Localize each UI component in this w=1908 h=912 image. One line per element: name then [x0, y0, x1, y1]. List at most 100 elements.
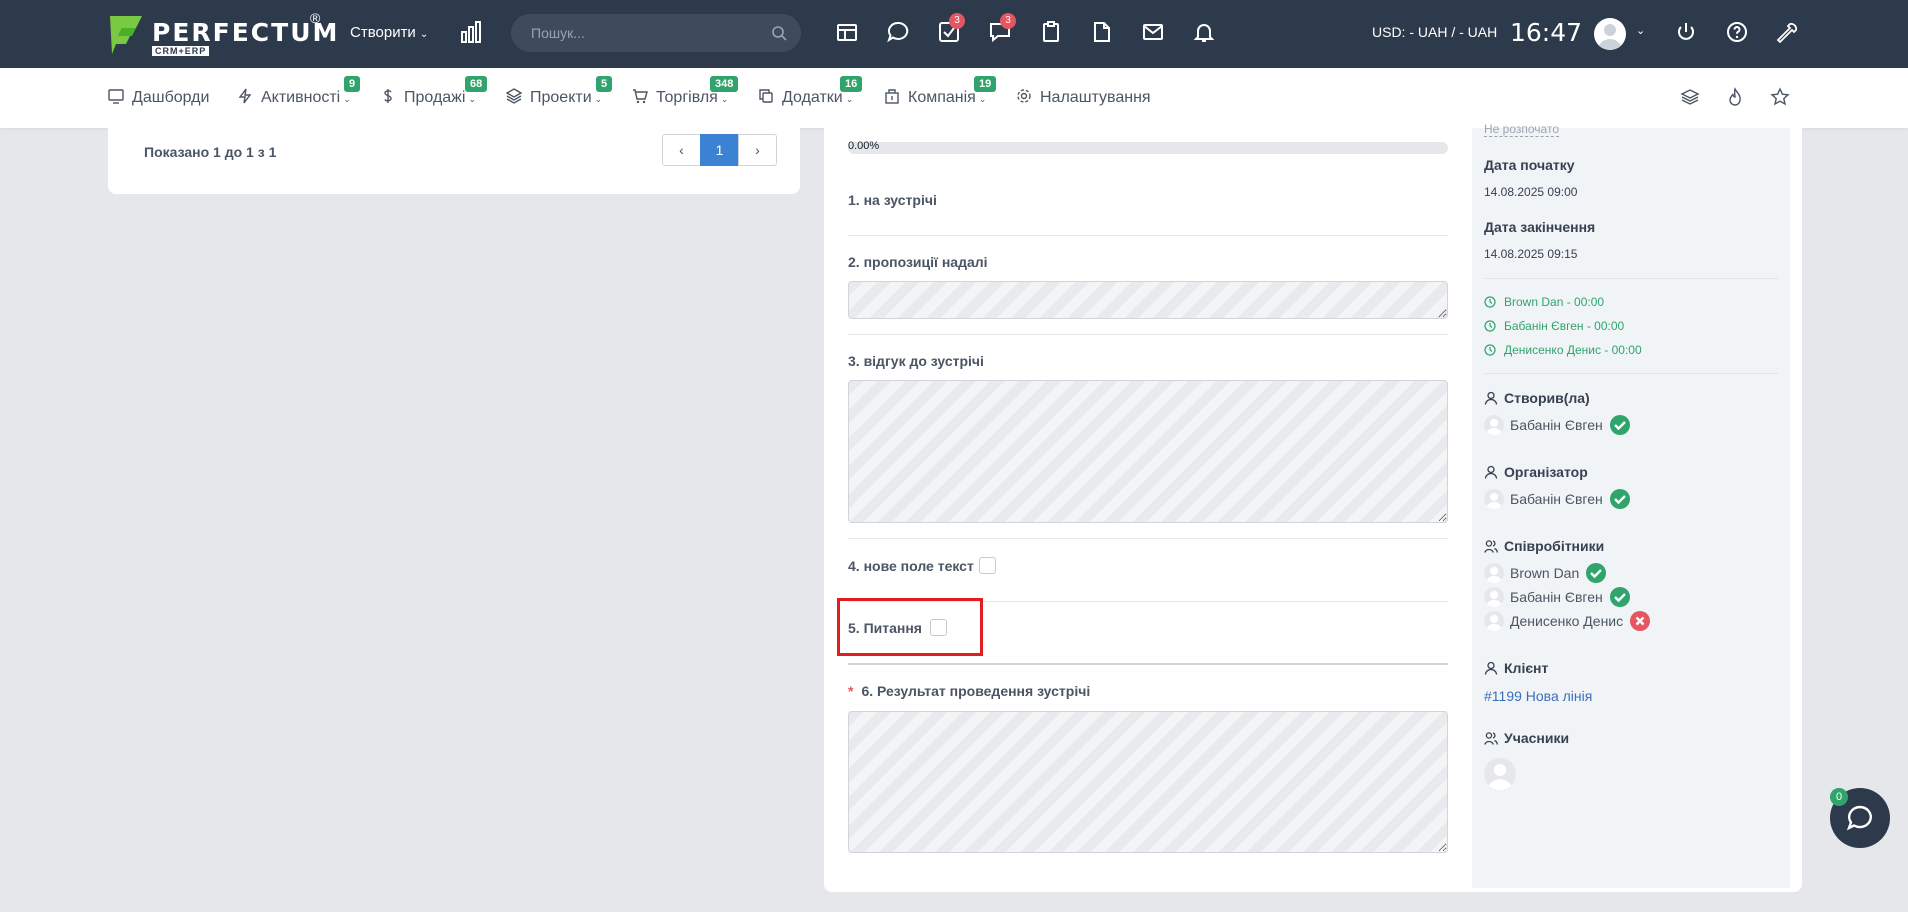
- bell-icon[interactable]: [1192, 20, 1218, 46]
- creator-name: Бабанін Євген: [1510, 417, 1603, 433]
- logo-subtitle: CRM+ERP: [152, 46, 210, 56]
- client-label: Клієнт: [1504, 660, 1549, 676]
- question-4-checkbox[interactable]: [979, 557, 996, 574]
- pagination-page-button[interactable]: 1: [700, 134, 739, 166]
- nav-projects-label: Проекти: [530, 89, 592, 106]
- chat-widget-badge: 0: [1830, 788, 1848, 806]
- staff-heading: Співробітники: [1484, 538, 1604, 554]
- start-date-label: Дата початку: [1484, 157, 1575, 173]
- organizer-label: Організатор: [1504, 464, 1588, 480]
- lightning-icon: [238, 88, 252, 104]
- users-icon: [1484, 540, 1498, 553]
- chat-bubble-icon: [1846, 805, 1872, 831]
- x-circle-icon: [1630, 611, 1651, 631]
- question-6-label: * 6. Результат проведення зустрічі: [848, 683, 1090, 699]
- time-entry-text: Бабанін Євген - 00:00: [1504, 319, 1625, 333]
- check-circle-icon: [1609, 587, 1630, 607]
- message-icon[interactable]: [886, 20, 912, 46]
- dashboard-icon: [108, 89, 124, 104]
- main-navigation: Дашборди Активності ⌄ 9 Продажі ⌄ 68 Проек…: [0, 68, 1908, 128]
- client-link[interactable]: #1199 Нова лінія: [1484, 688, 1592, 704]
- dollar-icon: [384, 89, 392, 103]
- logo[interactable]: PERFECTUM ® CRM+ERP: [108, 10, 337, 58]
- help-icon[interactable]: [1725, 20, 1751, 46]
- top-bar: PERFECTUM ® CRM+ERP Створити⌄ 3 3: [0, 0, 1908, 68]
- nav-activities[interactable]: Активності ⌄ 9: [237, 76, 361, 107]
- nav-addons[interactable]: Додатки ⌄ 16: [758, 76, 863, 107]
- creator-heading: Створив(ла): [1484, 390, 1590, 406]
- start-date-value: 14.08.2025 09:00: [1484, 185, 1578, 199]
- chevron-down-icon: ⌄: [343, 94, 351, 104]
- staff-name: Бабанін Євген: [1510, 589, 1603, 605]
- nav-sales[interactable]: Продажі ⌄ 68: [380, 76, 488, 107]
- logo-registered-mark: ®: [310, 10, 321, 26]
- power-icon[interactable]: [1674, 20, 1700, 46]
- search-icon[interactable]: [771, 25, 787, 41]
- creator-person[interactable]: Бабанін Євген: [1484, 414, 1631, 436]
- time-entry-text: Денисенко Денис - 00:00: [1504, 343, 1642, 357]
- status-tag[interactable]: Не розпочато: [1484, 122, 1559, 137]
- time-entry-text: Brown Dan - 00:00: [1504, 295, 1605, 309]
- nav-activities-label: Активності: [261, 89, 341, 106]
- layers-icon: [505, 88, 523, 104]
- participant-avatar[interactable]: [1484, 758, 1516, 790]
- chevron-down-icon: ⌄: [845, 94, 854, 104]
- bar-chart-icon[interactable]: [460, 21, 482, 43]
- time-entry: Денисенко Денис - 00:00: [1484, 343, 1642, 357]
- list-card: Показано 1 до 1 з 1 ‹ 1 ›: [108, 128, 800, 194]
- nav-addons-label: Додатки: [782, 89, 843, 106]
- staff-person[interactable]: Brown Dan: [1484, 562, 1607, 584]
- nav-settings-label: Налаштування: [1040, 89, 1151, 106]
- question-6-textarea[interactable]: [848, 711, 1448, 853]
- nav-projects[interactable]: Проекти ⌄ 5: [505, 76, 613, 107]
- nav-sales-label: Продажі: [404, 89, 466, 106]
- search-box: [511, 14, 801, 52]
- staff-person[interactable]: Бабанін Євген: [1484, 586, 1631, 608]
- nav-company[interactable]: Компанія ⌄ 19: [884, 76, 997, 107]
- pagination-next-button[interactable]: ›: [738, 134, 777, 166]
- logo-mark-icon: [110, 16, 142, 54]
- star-icon[interactable]: [1770, 87, 1790, 107]
- pagination: ‹ 1 ›: [662, 134, 777, 166]
- wrench-icon[interactable]: [1776, 20, 1802, 46]
- chevron-down-icon: ⌄: [594, 94, 603, 104]
- question-3-textarea[interactable]: [848, 380, 1448, 523]
- chevron-down-icon: ⌄: [720, 94, 729, 104]
- chat-widget-button[interactable]: 0: [1830, 788, 1890, 848]
- clock-icon: [1484, 296, 1496, 308]
- create-menu-button[interactable]: Створити ⌄: [350, 24, 428, 41]
- question-4-label: 4. нове поле текст: [848, 558, 974, 574]
- layers-icon[interactable]: [1680, 87, 1700, 107]
- divider: [848, 235, 1448, 236]
- calendar-icon[interactable]: [835, 20, 861, 46]
- search-input[interactable]: [531, 23, 761, 43]
- question-2-textarea[interactable]: [848, 281, 1448, 319]
- divider: [848, 334, 1448, 335]
- highlight-box: [837, 598, 983, 656]
- user-avatar[interactable]: [1594, 18, 1626, 50]
- time-entry: Бабанін Євген - 00:00: [1484, 319, 1624, 333]
- flame-icon[interactable]: [1725, 87, 1745, 107]
- nav-dashboards[interactable]: Дашборди: [108, 88, 209, 107]
- mail-icon[interactable]: [1141, 20, 1167, 46]
- chevron-down-icon: ⌄: [978, 94, 987, 104]
- nav-settings[interactable]: Налаштування: [1016, 88, 1151, 107]
- pagination-prev-button[interactable]: ‹: [662, 134, 701, 166]
- nav-trade-badge: 348: [710, 76, 739, 92]
- avatar: [1484, 489, 1504, 509]
- tasks-icon[interactable]: 3: [937, 13, 965, 46]
- document-icon[interactable]: [1090, 20, 1116, 46]
- currency-rate: USD: - UAH / - UAH: [1372, 24, 1498, 40]
- staff-person[interactable]: Денисенко Денис: [1484, 610, 1651, 632]
- nav-trade[interactable]: Торгівля ⌄ 348: [632, 76, 739, 107]
- user-icon: [1484, 391, 1498, 405]
- clipboard-icon[interactable]: [1039, 20, 1065, 46]
- gear-icon: [1017, 89, 1031, 103]
- organizer-person[interactable]: Бабанін Євген: [1484, 488, 1631, 510]
- user-menu-chevron-icon[interactable]: ⌄: [1636, 24, 1645, 37]
- chat-icon[interactable]: 3: [988, 13, 1016, 46]
- nav-company-badge: 19: [974, 76, 997, 92]
- building-icon: [885, 89, 899, 104]
- event-details-panel: Не розпочато Дата початку 14.08.2025 09:…: [1472, 122, 1790, 888]
- question-1-label: 1. на зустрічі: [848, 192, 937, 208]
